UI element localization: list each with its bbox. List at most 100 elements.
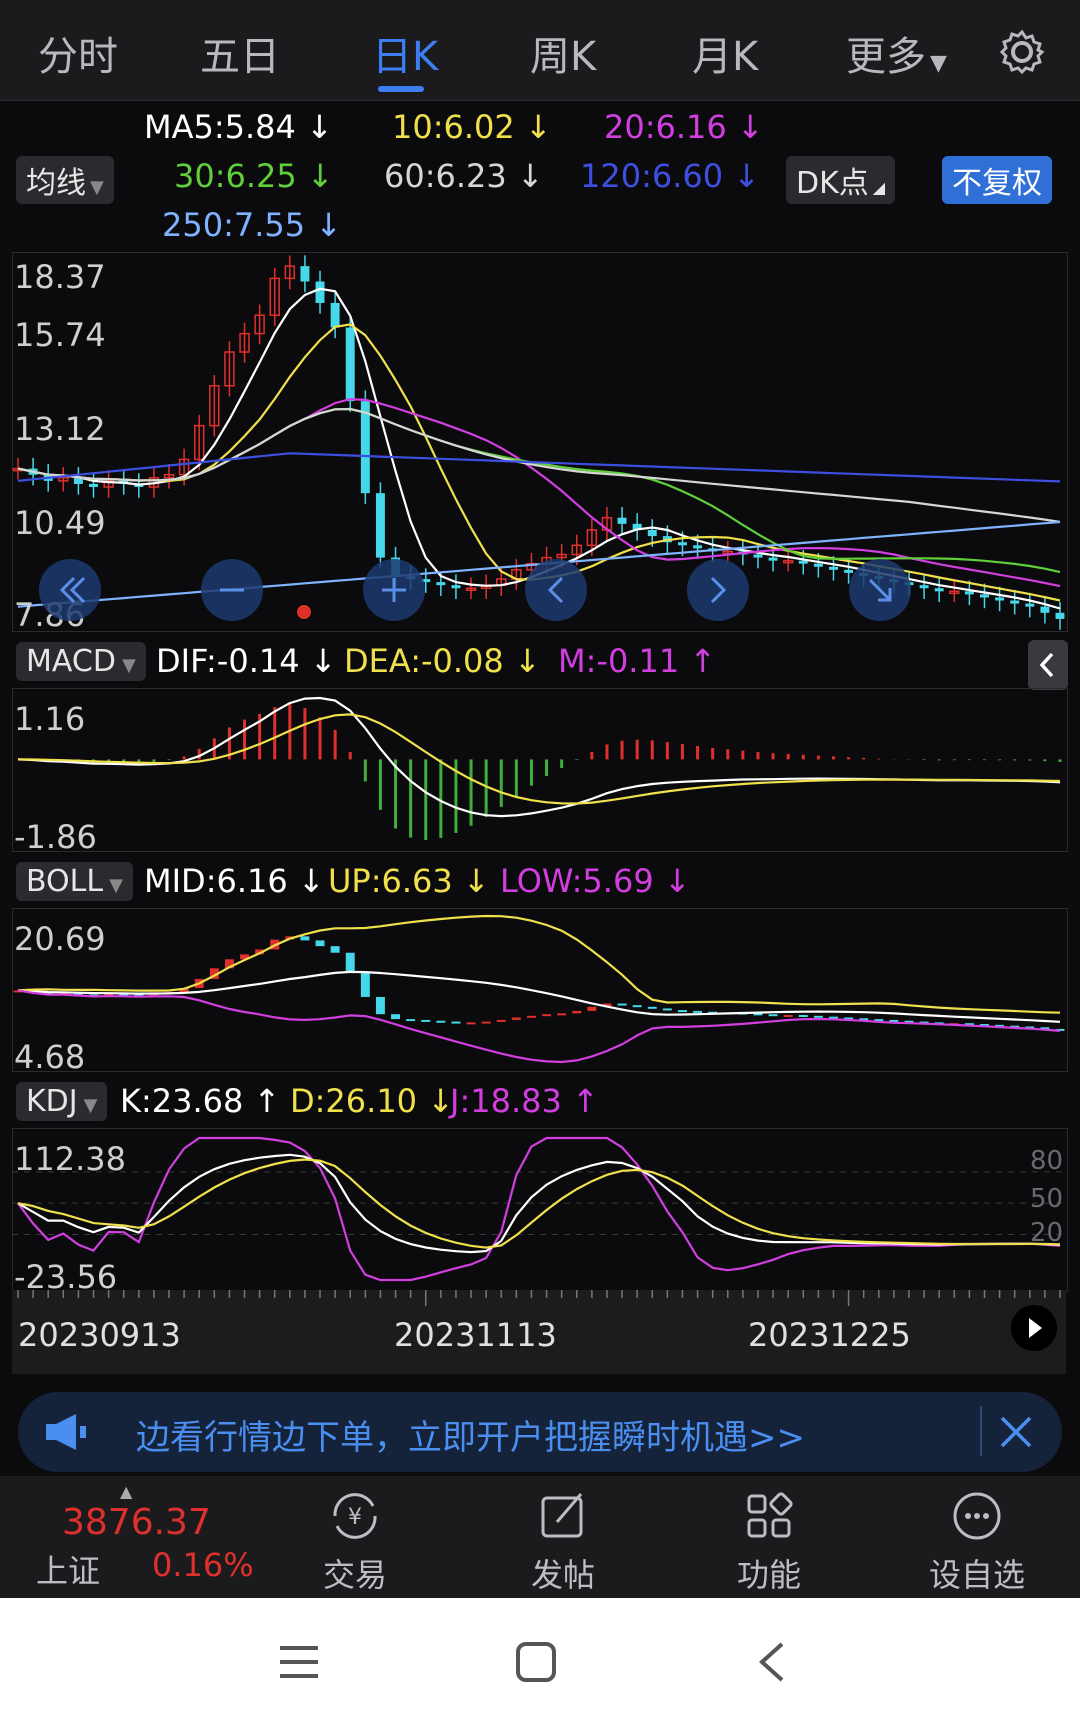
boll-candle: [300, 936, 310, 941]
macd-m: M:-0.11 ↑: [558, 642, 717, 680]
nav-add-watchlist[interactable]: 设自选: [922, 1476, 1032, 1598]
boll-candle: [526, 1015, 536, 1018]
boll-mid: MID:6.16 ↓: [144, 862, 325, 900]
boll-candle: [496, 1019, 506, 1022]
macd-dif: DIF:-0.14 ↓: [156, 642, 337, 680]
fast-rewind-button[interactable]: [38, 558, 102, 622]
boll-candle: [632, 1005, 642, 1008]
candle: [1025, 603, 1035, 607]
candle: [375, 493, 385, 558]
kdj-d: D:26.10 ↓: [290, 1082, 455, 1120]
candle: [300, 266, 310, 282]
candle: [813, 563, 823, 567]
fullscreen-button[interactable]: [848, 558, 912, 622]
date-label: 20231225: [748, 1316, 911, 1354]
candle: [360, 401, 370, 494]
nav-trade[interactable]: ¥ 交易: [300, 1476, 410, 1598]
candle: [315, 281, 325, 303]
boll-candle: [421, 1019, 431, 1022]
megaphone-icon: [46, 1414, 86, 1450]
home-icon[interactable]: [514, 1640, 558, 1684]
index-change: 0.16%: [152, 1546, 254, 1584]
boll-dropdown[interactable]: BOLL ▼: [16, 862, 133, 901]
candle: [451, 585, 461, 589]
candle: [345, 327, 355, 402]
boll-axis-top: 20.69: [14, 920, 106, 958]
index-name: 上证: [36, 1552, 101, 1590]
macd-axis-bottom: -1.86: [14, 818, 97, 856]
nav-post-label: 发帖: [530, 1556, 595, 1594]
ma30-value: 30:6.25 ↓: [174, 157, 334, 195]
boll-candle: [436, 1020, 446, 1023]
boll-candle: [360, 972, 370, 997]
candle: [964, 591, 974, 595]
candle: [1010, 600, 1020, 604]
boll-candle: [677, 1010, 687, 1013]
trade-icon: ¥: [333, 1493, 377, 1539]
boll-candle: [587, 1006, 597, 1011]
tab-monthly-k[interactable]: 月K: [692, 24, 758, 82]
kdj-k: K:23.68 ↑: [120, 1082, 281, 1120]
kdj-chart[interactable]: [12, 1128, 1066, 1290]
scroll-right-button[interactable]: [686, 558, 750, 622]
boll-candle: [542, 1014, 552, 1017]
tab-more[interactable]: 更多 ▼: [846, 24, 947, 82]
no-adjust-button[interactable]: 不复权: [942, 156, 1052, 204]
tab-weekly-k[interactable]: 周K: [530, 24, 596, 82]
tab-five-day[interactable]: 五日: [200, 24, 280, 82]
ma20-value: 20:6.16 ↓: [604, 108, 764, 146]
candle: [934, 588, 944, 592]
avg-line-dropdown[interactable]: 均线 ▼: [16, 156, 114, 204]
main-axis-label: 10.49: [14, 504, 106, 542]
index-value[interactable]: 3876.37: [62, 1502, 211, 1543]
main-axis-label: 15.74: [14, 316, 106, 354]
menu-icon[interactable]: [278, 1642, 320, 1682]
tab-daily-k[interactable]: 日K: [372, 24, 438, 82]
close-icon[interactable]: [998, 1414, 1034, 1450]
open-account-banner[interactable]: 边看行情边下单，立即开户把握瞬时机遇>>: [18, 1392, 1062, 1472]
nav-add-watchlist-label: 设自选: [928, 1556, 1025, 1594]
candle: [919, 585, 929, 589]
kdj-axis-top: 112.38: [14, 1140, 126, 1178]
nav-functions[interactable]: 功能: [714, 1476, 824, 1598]
kdj-right-tick: 80: [1030, 1146, 1064, 1176]
candle: [768, 557, 778, 561]
boll-candle: [557, 1013, 567, 1016]
kdj-right-tick: 20: [1030, 1218, 1064, 1248]
boll-candle: [466, 1022, 476, 1025]
zoom-out-button[interactable]: [200, 558, 264, 622]
zoom-in-button[interactable]: [362, 558, 426, 622]
expand-caret-icon: ▲: [120, 1482, 133, 1501]
back-icon[interactable]: [756, 1640, 788, 1684]
scroll-left-button[interactable]: [524, 558, 588, 622]
collapse-panel-button[interactable]: [1028, 640, 1068, 690]
main-axis-label: 18.37: [14, 258, 106, 296]
ma120-line: [17, 452, 1061, 483]
active-tab-indicator: [378, 86, 424, 92]
gear-icon[interactable]: [998, 28, 1046, 76]
boll-low: LOW:5.69 ↓: [500, 862, 691, 900]
candle: [995, 597, 1005, 601]
macd-chart[interactable]: [12, 688, 1066, 850]
boll-candle: [345, 952, 355, 973]
edit-icon: [541, 1493, 583, 1538]
boll-chart[interactable]: [12, 908, 1066, 1070]
kdj-j: J:18.83 ↑: [450, 1082, 599, 1120]
macd-axis-top: 1.16: [14, 700, 86, 738]
nav-post[interactable]: 发帖: [508, 1476, 618, 1598]
nav-functions-label: 功能: [736, 1556, 801, 1594]
j-line: [17, 1136, 1061, 1282]
tab-intraday[interactable]: 分时: [38, 24, 118, 82]
ma5-value: MA5:5.84 ↓: [144, 108, 333, 146]
candle: [829, 566, 838, 570]
period-tabs: 分时 五日 日K 周K 月K 更多 ▼: [0, 0, 1080, 101]
play-button[interactable]: [1010, 1304, 1058, 1352]
boll-candle: [375, 996, 385, 1015]
dea-line: [17, 713, 1061, 805]
macd-dropdown[interactable]: MACD ▼: [16, 642, 146, 681]
date-label: 20231113: [394, 1316, 557, 1354]
dif-line: [17, 696, 1061, 818]
kdj-dropdown[interactable]: KDJ ▼: [16, 1082, 108, 1121]
boll-candle: [481, 1021, 491, 1024]
dk-point-button[interactable]: DK点 ◢: [786, 156, 896, 204]
